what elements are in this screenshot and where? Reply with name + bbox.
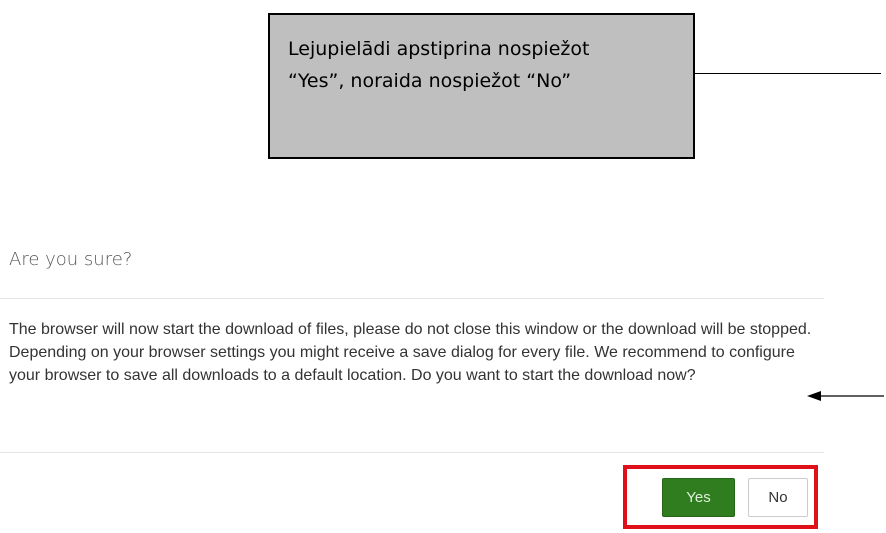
dialog-message: The browser will now start the download … — [9, 321, 812, 384]
dialog-header-divider — [0, 298, 824, 299]
pointer-arrow-icon — [807, 391, 884, 401]
dialog-title: Are you sure? — [9, 249, 133, 270]
yes-button[interactable]: Yes — [662, 478, 735, 517]
dialog-footer-divider — [0, 452, 824, 453]
no-button[interactable]: No — [748, 478, 808, 517]
